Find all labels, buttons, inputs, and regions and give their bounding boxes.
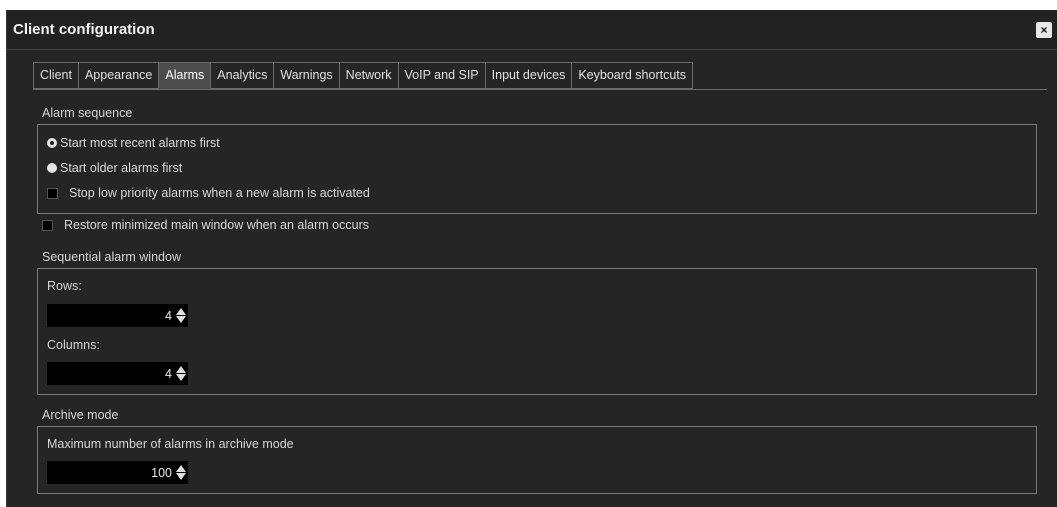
tab-bar: Client Appearance Alarms Analytics Warni… — [33, 62, 694, 89]
tab-analytics[interactable]: Analytics — [211, 63, 275, 89]
checkbox-stop-low-priority[interactable]: Stop low priority alarms when a new alar… — [47, 186, 370, 200]
columns-label: Columns: — [47, 338, 100, 352]
radio-most-recent-label: Start most recent alarms first — [60, 136, 220, 150]
tab-appearance[interactable]: Appearance — [78, 63, 160, 89]
checkbox-box — [47, 187, 58, 199]
spin-arrows-icon[interactable] — [175, 464, 186, 482]
rows-label: Rows: — [47, 279, 82, 293]
client-configuration-dialog: Client configuration × Client Appearance… — [6, 10, 1057, 507]
max-alarms-label: Maximum number of alarms in archive mode — [47, 437, 294, 451]
radio-older-first[interactable]: Start older alarms first — [47, 161, 182, 175]
columns-spinner[interactable]: 4 — [47, 362, 188, 385]
radio-most-recent-first[interactable]: Start most recent alarms first — [47, 136, 220, 150]
tab-divider — [33, 89, 1047, 90]
archive-mode-group: Maximum number of alarms in archive mode… — [37, 426, 1037, 494]
spin-arrows-icon[interactable] — [175, 365, 186, 383]
tab-alarms[interactable]: Alarms — [159, 63, 212, 89]
alarm-sequence-group: Start most recent alarms first Start old… — [37, 124, 1037, 214]
title-bar: Client configuration × — [7, 10, 1057, 50]
tab-input-devices[interactable]: Input devices — [485, 63, 573, 89]
tab-network[interactable]: Network — [339, 63, 399, 89]
tab-warnings[interactable]: Warnings — [274, 63, 340, 89]
tab-keyboard-shortcuts[interactable]: Keyboard shortcuts — [572, 63, 694, 89]
alarm-sequence-heading: Alarm sequence — [42, 106, 133, 120]
checkbox-restore-minimized[interactable]: Restore minimized main window when an al… — [42, 218, 369, 232]
rows-value: 4 — [165, 308, 172, 323]
rows-spinner[interactable]: 4 — [47, 304, 188, 327]
dialog-title: Client configuration — [13, 21, 155, 38]
radio-selected-icon — [47, 138, 57, 148]
close-icon[interactable]: × — [1036, 22, 1052, 38]
archive-mode-heading: Archive mode — [42, 408, 119, 422]
sequential-window-group: Rows: 4 Columns: 4 — [37, 268, 1037, 395]
restore-minimized-label: Restore minimized main window when an al… — [64, 218, 369, 232]
stop-low-priority-label: Stop low priority alarms when a new alar… — [69, 186, 370, 200]
max-alarms-spinner[interactable]: 100 — [47, 461, 188, 484]
tab-client[interactable]: Client — [34, 63, 79, 89]
sequential-window-heading: Sequential alarm window — [42, 250, 181, 264]
spin-arrows-icon[interactable] — [175, 307, 186, 325]
tab-voip-and-sip[interactable]: VoIP and SIP — [398, 63, 486, 89]
checkbox-box — [42, 219, 53, 231]
radio-unselected-icon — [47, 163, 57, 173]
radio-older-label: Start older alarms first — [60, 161, 183, 175]
max-alarms-value: 100 — [151, 465, 172, 480]
columns-value: 4 — [165, 366, 172, 381]
